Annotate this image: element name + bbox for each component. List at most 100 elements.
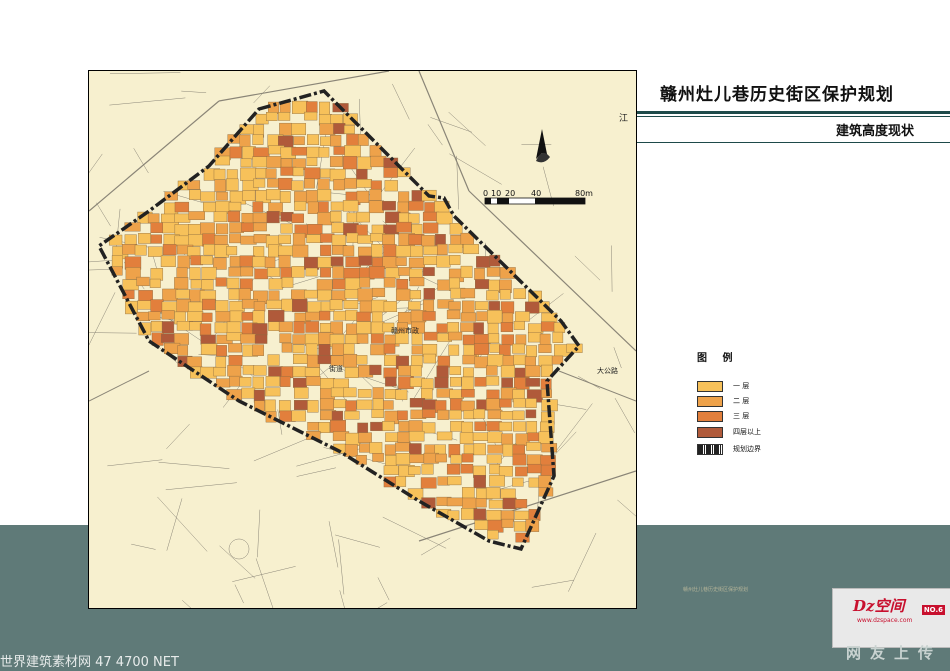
building-block [293,136,305,145]
building-block [357,156,372,170]
building-block [294,201,307,211]
building-block [395,257,407,266]
building-block [500,322,514,333]
building-block [240,158,252,168]
building-block [345,432,361,446]
building-block [408,213,420,224]
building-block [382,421,395,432]
building-block [356,321,372,334]
building-block [291,410,306,422]
building-block [161,310,175,320]
building-block [320,267,331,278]
building-block [307,224,323,235]
building-block [278,321,293,333]
building-block [252,376,264,389]
building-block [187,311,204,322]
building-block [281,298,294,312]
building-block [395,288,411,301]
building-block [368,200,384,214]
building-block [408,420,423,433]
building-block [411,223,423,235]
building-block [500,365,515,378]
watermark-text: 世界建筑素材网 47 4700 NET [0,655,179,670]
building-block [189,267,201,280]
legend-swatch-2 [697,396,723,407]
building-block [502,497,517,510]
building-block [463,244,479,255]
building-block [160,255,176,267]
building-block [343,156,358,170]
building-block [331,290,347,301]
building-block [201,312,213,322]
building-block [136,311,150,322]
building-block [358,432,372,444]
building-block [268,309,285,323]
building-block [253,222,267,232]
building-block [330,420,346,433]
building-block [448,301,461,310]
building-block [461,487,475,500]
building-block [278,177,293,190]
building-block [437,409,449,420]
building-block [526,345,537,358]
building-block [525,398,537,408]
building-block [446,309,461,320]
building-block [552,331,564,343]
building-block [317,354,332,365]
building-block [370,344,387,356]
building-block [174,277,189,290]
building-block [409,277,425,287]
building-block [200,222,215,236]
building-block [422,409,436,418]
building-block [369,188,382,201]
building-block [513,521,527,532]
building-block [150,299,164,313]
building-block [423,255,438,265]
building-block [423,353,436,364]
building-block [460,265,473,278]
building-block [514,510,531,520]
building-block [203,244,216,256]
building-block [306,157,318,167]
building-block [371,409,384,418]
building-block [435,453,447,463]
building-block [460,322,476,332]
building-block [317,256,333,268]
building-block [461,453,474,463]
building-block [150,234,162,244]
building-block [357,389,372,398]
building-block [307,134,320,145]
building-block [384,444,396,456]
building-block [385,432,399,442]
building-block [291,180,304,191]
building-block [385,455,398,468]
building-block [382,234,395,246]
building-block [304,111,318,121]
building-block [422,267,435,277]
building-block [292,244,309,258]
building-block [214,179,226,192]
building-block [226,178,239,191]
building-block [486,398,501,411]
building-block [423,222,439,234]
building-block [333,123,346,135]
building-block [316,279,333,291]
building-block [343,387,357,398]
legend-label-1: 一 层 [733,382,750,390]
building-block [397,431,411,443]
building-block [421,463,434,475]
building-block [161,321,175,334]
building-block [252,323,268,336]
building-block [408,257,425,268]
building-block [174,235,191,247]
building-block [188,211,205,220]
building-block [487,530,499,540]
building-block [266,299,283,309]
building-block [344,444,358,457]
building-block [226,277,240,289]
building-block [318,344,331,358]
building-block [488,279,501,293]
building-block [460,400,475,412]
building-block [319,310,331,321]
building-block [408,200,424,211]
